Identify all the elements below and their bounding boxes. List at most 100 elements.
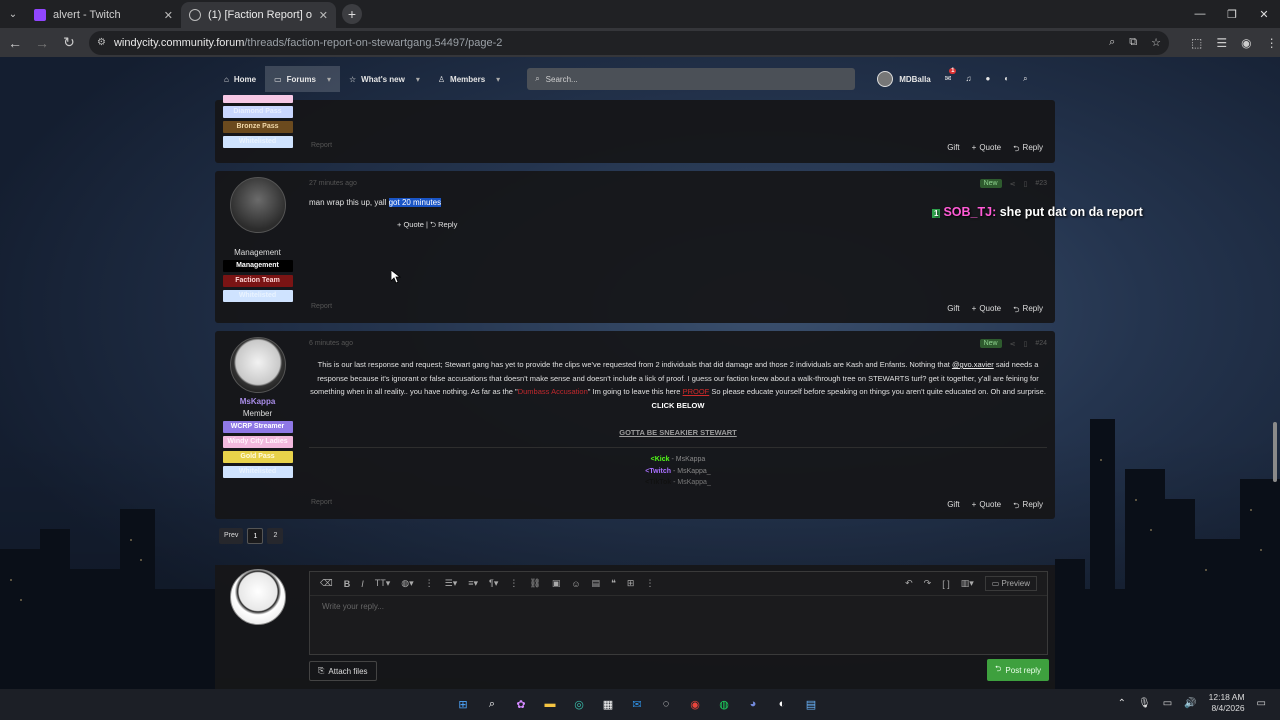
redo-icon[interactable]: ↷ <box>924 578 932 589</box>
eraser-icon[interactable]: ⌫ <box>320 578 333 589</box>
chrome-menu-icon[interactable]: ⋮ <box>1266 36 1278 50</box>
discord-icon[interactable]: ◕ <box>743 694 763 714</box>
nav-home[interactable]: ⌂ Home <box>215 66 265 92</box>
gift-button[interactable]: Gift <box>947 143 959 157</box>
mention-link[interactable]: @gvo.xavier <box>952 360 994 369</box>
nav-whats-new[interactable]: ☆ What's new ▾ <box>340 66 429 92</box>
bell-icon[interactable]: ♫ <box>965 74 971 84</box>
user-menu[interactable]: MDBalla <box>877 71 931 87</box>
inline-reply-button[interactable]: ⮌ Reply <box>430 220 457 229</box>
extensions-icon[interactable]: ⬚ <box>1191 36 1202 50</box>
quote-button[interactable]: + Quote <box>972 304 1001 318</box>
nav-forums[interactable]: ▭ Forums ▾ <box>265 66 340 92</box>
more-options-icon[interactable]: ⋮ <box>509 578 518 589</box>
install-app-icon[interactable]: ⧉ <box>1129 36 1137 49</box>
avatar[interactable] <box>229 177 286 233</box>
preview-button[interactable]: ▭ Preview <box>984 576 1037 591</box>
bookmark-icon[interactable]: ▯ <box>1023 340 1027 348</box>
reply-button[interactable]: ⮌ Reply <box>1013 304 1043 318</box>
align-icon[interactable]: ≡▾ <box>468 578 478 589</box>
report-link[interactable]: Report <box>311 142 332 149</box>
nav-members[interactable]: ♙ Members ▾ <box>429 66 509 92</box>
outlook-icon[interactable]: ✉ <box>627 694 647 714</box>
report-link[interactable]: Report <box>311 303 332 310</box>
new-tab-button[interactable]: + <box>342 4 362 24</box>
kick-link[interactable]: <Kick <box>651 456 670 463</box>
file-explorer-icon[interactable]: ▬ <box>540 694 560 714</box>
page-2-button[interactable]: 2 <box>267 528 284 544</box>
tab-close-icon[interactable]: ✕ <box>164 9 173 22</box>
close-window-button[interactable]: ✕ <box>1248 0 1280 28</box>
volume-icon[interactable]: 🔊 <box>1184 698 1196 709</box>
reload-icon[interactable]: ↻ <box>57 34 81 51</box>
undo-icon[interactable]: ↶ <box>905 578 913 589</box>
font-size-icon[interactable]: TT▾ <box>375 578 391 589</box>
start-icon[interactable]: ⊞ <box>453 694 473 714</box>
quote-icon[interactable]: ❝ <box>611 578 616 589</box>
prev-page-button[interactable]: Prev <box>219 528 244 544</box>
maximize-button[interactable]: ❐ <box>1216 0 1248 28</box>
copilot-icon[interactable]: ✿ <box>511 694 531 714</box>
spotify-icon[interactable]: ◍ <box>714 694 734 714</box>
drafts-icon[interactable]: ▥▾ <box>961 578 974 589</box>
chrome-icon[interactable]: ◉ <box>685 694 705 714</box>
tab-forum-thread[interactable]: (1) [Faction Report] on Stewart ✕ <box>181 2 336 28</box>
bookmark-icon[interactable]: ▯ <box>1023 180 1027 188</box>
theme-toggle-icon[interactable]: ◐ <box>1004 74 1009 84</box>
chevron-down-icon[interactable]: ▾ <box>416 75 420 84</box>
quote-button[interactable]: + Quote <box>972 143 1001 157</box>
scrollbar-thumb[interactable] <box>1273 422 1277 482</box>
sneakier-link[interactable]: GOTTA BE SNEAKIER STEWART <box>309 426 1047 440</box>
microphone-icon[interactable]: 🎙 <box>1138 698 1151 709</box>
clock[interactable]: 12:18 AM 8/4/2026 <box>1209 692 1245 714</box>
search-icon[interactable]: ⌕ <box>482 694 502 714</box>
more-options-icon[interactable]: ⋮ <box>645 578 654 589</box>
reply-editor[interactable]: ⌫ B I TT▾ ◍▾ ⋮ ☰▾ ≡▾ ¶▾ ⋮ ⛓ ▣ ☺ ▤ ❝ ⊞ ⋮ … <box>309 571 1048 655</box>
bookmark-star-icon[interactable]: ☆ <box>1151 36 1161 49</box>
zoom-icon[interactable]: ⌕ <box>1109 36 1115 49</box>
store-icon[interactable]: ▦ <box>598 694 618 714</box>
bold-icon[interactable]: B <box>344 579 351 589</box>
toggle-bbcode-icon[interactable]: [ ] <box>942 579 950 589</box>
display-icon[interactable]: ▭ <box>1163 698 1172 709</box>
username-link[interactable]: MsKappa <box>215 397 300 406</box>
post-number[interactable]: #23 <box>1035 180 1047 187</box>
reading-list-icon[interactable]: ☰ <box>1216 36 1227 50</box>
emoji-icon[interactable]: ☺ <box>571 579 580 589</box>
search-icon[interactable]: ⌕ <box>1023 74 1027 84</box>
post-timestamp[interactable]: 27 minutes ago <box>309 180 357 187</box>
gift-button[interactable]: Gift <box>947 500 959 514</box>
italic-icon[interactable]: I <box>361 579 364 589</box>
link-icon[interactable]: ⛓ <box>529 578 540 589</box>
tiktok-link[interactable]: <TikTok <box>645 479 671 486</box>
page-scrollbar[interactable] <box>1272 62 1278 684</box>
notepad-icon[interactable]: ▤ <box>801 694 821 714</box>
chevron-up-icon[interactable]: ⌃ <box>1118 698 1126 709</box>
inline-quote-button[interactable]: + Quote <box>397 220 424 229</box>
notifications-icon[interactable]: ▭ <box>1257 698 1266 709</box>
forum-search-input[interactable]: ⌕ Search... <box>527 68 856 90</box>
page-1-button[interactable]: 1 <box>247 528 264 544</box>
share-icon[interactable]: ⋖ <box>1010 340 1016 348</box>
inbox-icon[interactable]: ✉ 1 <box>945 68 957 84</box>
tab-close-icon[interactable]: ✕ <box>319 9 328 22</box>
chevron-down-icon[interactable]: ▾ <box>327 75 331 84</box>
table-icon[interactable]: ⊞ <box>627 578 635 589</box>
tab-twitch[interactable]: alvert - Twitch ✕ <box>26 2 181 28</box>
bookmark-icon[interactable]: ● <box>985 74 990 84</box>
attach-files-button[interactable]: ⎘ Attach files <box>309 661 377 681</box>
reply-button[interactable]: ⮌ Reply <box>1013 500 1043 514</box>
edge-icon[interactable]: ◎ <box>569 694 589 714</box>
paragraph-icon[interactable]: ¶▾ <box>489 578 498 589</box>
list-icon[interactable]: ☰▾ <box>445 578 458 589</box>
quote-button[interactable]: + Quote <box>972 500 1001 514</box>
post-reply-button[interactable]: ⮌ Post reply <box>987 659 1049 681</box>
github-icon[interactable]: ◌ <box>656 694 676 714</box>
back-arrow-icon[interactable]: ← <box>3 35 27 51</box>
reply-textarea[interactable]: Write your reply... <box>310 596 1047 617</box>
profile-icon[interactable]: ◉ <box>1241 36 1251 50</box>
username-hidden[interactable] <box>215 237 300 245</box>
media-icon[interactable]: ▤ <box>592 578 601 589</box>
color-palette-icon[interactable]: ◍▾ <box>401 578 413 589</box>
image-icon[interactable]: ▣ <box>552 578 561 589</box>
